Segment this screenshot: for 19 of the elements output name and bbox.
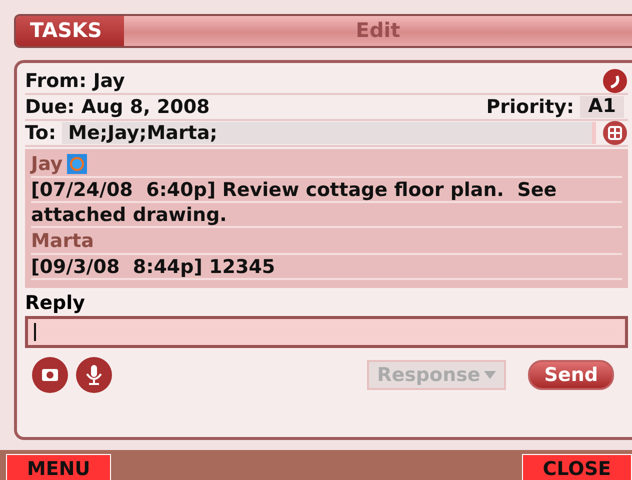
- from-text: From: Jay: [25, 70, 126, 92]
- reply-label: Reply: [25, 292, 86, 314]
- close-softkey[interactable]: CLOSE: [522, 454, 632, 480]
- message-author: Marta: [31, 230, 94, 252]
- microphone-button[interactable]: [75, 356, 113, 394]
- to-label: To:: [25, 122, 56, 144]
- message-author: Jay: [31, 152, 63, 174]
- due-date: Due: Aug 8, 2008: [25, 96, 211, 118]
- priority-value[interactable]: A1: [580, 96, 624, 118]
- app-label: TASKS: [16, 16, 124, 46]
- to-field[interactable]: Me;Jay;Marta;: [62, 122, 596, 144]
- contacts-icon[interactable]: [602, 120, 628, 146]
- camera-button[interactable]: [31, 356, 69, 394]
- priority-label: Priority:: [486, 96, 574, 118]
- reply-field[interactable]: [25, 316, 628, 348]
- menu-softkey[interactable]: MENU: [6, 454, 112, 480]
- caret-icon: [484, 371, 496, 379]
- send-button[interactable]: Send: [528, 360, 614, 390]
- screen-title: Edit: [354, 17, 402, 44]
